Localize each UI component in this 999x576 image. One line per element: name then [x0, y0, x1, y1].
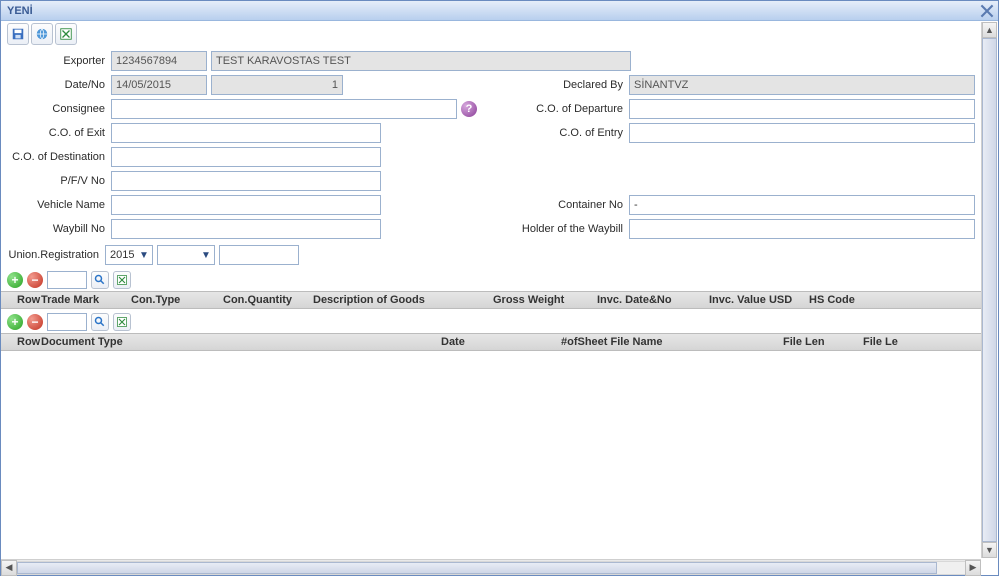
grid1-col-desc[interactable]: Description of Goods: [313, 294, 493, 306]
grid2-toolbar: + −: [1, 309, 981, 333]
container-field[interactable]: -: [629, 195, 975, 215]
grid2-col-of-sheet[interactable]: #ofSheet: [561, 336, 607, 348]
declared-by-field[interactable]: SİNANTVZ: [629, 75, 975, 95]
add-row-button[interactable]: +: [7, 272, 23, 288]
exporter-code-field[interactable]: 1234567894: [111, 51, 207, 71]
grid1-col-con-type[interactable]: Con.Type: [131, 294, 223, 306]
help-icon[interactable]: ?: [461, 101, 477, 117]
search-button[interactable]: [91, 271, 109, 289]
co-departure-label: C.O. of Departure: [505, 103, 625, 115]
scroll-v-thumb[interactable]: [982, 38, 997, 542]
consignee-field[interactable]: [111, 99, 457, 119]
grid1-col-gross-weight[interactable]: Gross Weight: [493, 294, 597, 306]
reg-year-select[interactable]: 2015 ▼: [105, 245, 153, 265]
grid2-col-file-name[interactable]: File Name: [611, 336, 663, 348]
date-field[interactable]: 14/05/2015: [111, 75, 207, 95]
container-label: Container No: [505, 199, 625, 211]
grid1-row-input[interactable]: [47, 271, 87, 289]
grid1-col-trade-mark[interactable]: Trade Mark: [41, 294, 131, 306]
grid1-col-invc-value[interactable]: Invc. Value: [709, 294, 766, 306]
grid1-col-row[interactable]: Row: [17, 294, 41, 306]
add-row-button[interactable]: +: [7, 314, 23, 330]
reg-number-field[interactable]: [219, 245, 299, 265]
delete-row-button[interactable]: −: [27, 272, 43, 288]
union-reg-label: Union.Registration: [7, 249, 101, 261]
co-destination-field[interactable]: [111, 147, 381, 167]
scroll-h-track[interactable]: [17, 561, 965, 575]
grid2-col-doc-type[interactable]: Document Type: [41, 336, 441, 348]
titlebar: YENİ: [1, 1, 998, 21]
co-entry-field[interactable]: [629, 123, 975, 143]
holder-label: Holder of the Waybill: [505, 223, 625, 235]
close-icon[interactable]: [980, 4, 994, 18]
scroll-h-thumb[interactable]: [17, 562, 937, 574]
waybill-label: Waybill No: [7, 223, 107, 235]
horizontal-scrollbar[interactable]: ◀ ▶: [1, 559, 981, 575]
vertical-scrollbar[interactable]: ▲ ▼: [981, 22, 997, 558]
excel-export-button[interactable]: [113, 271, 131, 289]
delete-row-button[interactable]: −: [27, 314, 43, 330]
reg-mid-select[interactable]: ▼: [157, 245, 215, 265]
chevron-down-icon: ▼: [138, 247, 150, 263]
globe-button[interactable]: [31, 23, 53, 45]
vehicle-label: Vehicle Name: [7, 199, 107, 211]
window-title: YENİ: [7, 5, 33, 17]
co-departure-field[interactable]: [629, 99, 975, 119]
grid2-col-file-len[interactable]: File Len: [783, 336, 863, 348]
save-button[interactable]: [7, 23, 29, 45]
co-exit-field[interactable]: [111, 123, 381, 143]
chevron-down-icon: ▼: [200, 247, 212, 263]
exporter-name-field[interactable]: TEST KARAVOSTAS TEST: [211, 51, 631, 71]
form-area: Exporter 1234567894 TEST KARAVOSTAS TEST…: [1, 47, 981, 243]
no-field[interactable]: 1: [211, 75, 343, 95]
scroll-up-icon[interactable]: ▲: [982, 22, 997, 38]
vehicle-field[interactable]: [111, 195, 381, 215]
pfv-label: P/F/V No: [7, 175, 107, 187]
scroll-right-icon[interactable]: ▶: [965, 560, 981, 576]
window: YENİ ▲ ▼ Exporter 1234567894 TEST KARAVO…: [0, 0, 999, 576]
grid1-col-hs-code[interactable]: HS Code: [809, 294, 869, 306]
excel-button[interactable]: [55, 23, 77, 45]
holder-field[interactable]: [629, 219, 975, 239]
grid1-col-con-qty[interactable]: Con.Quantity: [223, 294, 313, 306]
co-destination-label: C.O. of Destination: [7, 151, 107, 163]
date-no-label: Date/No: [7, 79, 107, 91]
co-exit-label: C.O. of Exit: [7, 127, 107, 139]
exporter-label: Exporter: [7, 55, 107, 67]
declared-by-label: Declared By: [505, 79, 625, 91]
pfv-field[interactable]: [111, 171, 381, 191]
search-button[interactable]: [91, 313, 109, 331]
excel-export-button[interactable]: [113, 313, 131, 331]
consignee-label: Consignee: [7, 103, 107, 115]
co-entry-label: C.O. of Entry: [505, 127, 625, 139]
scroll-v-track[interactable]: [982, 38, 997, 542]
grid-body: [1, 351, 981, 559]
grid2-col-row[interactable]: Row: [17, 336, 41, 348]
grid2-row-input[interactable]: [47, 313, 87, 331]
grid1-toolbar: + −: [1, 267, 981, 291]
grid2-col-file-le[interactable]: File Le: [863, 336, 975, 348]
main-toolbar: [1, 21, 981, 47]
grid1-col-invc-dateno[interactable]: Invc. Date&No: [597, 294, 709, 306]
reg-year-value: 2015: [110, 249, 134, 261]
waybill-field[interactable]: [111, 219, 381, 239]
union-registration-row: Union.Registration 2015 ▼ ▼: [1, 243, 981, 267]
grid2-col-date[interactable]: Date: [441, 336, 561, 348]
scroll-left-icon[interactable]: ◀: [1, 560, 17, 576]
grid1-col-usd[interactable]: USD: [769, 294, 792, 306]
scroll-down-icon[interactable]: ▼: [982, 542, 997, 558]
grid1-header: Row Trade Mark Con.Type Con.Quantity Des…: [1, 291, 981, 309]
grid2-header: Row Document Type Date #ofSheet File Nam…: [1, 333, 981, 351]
